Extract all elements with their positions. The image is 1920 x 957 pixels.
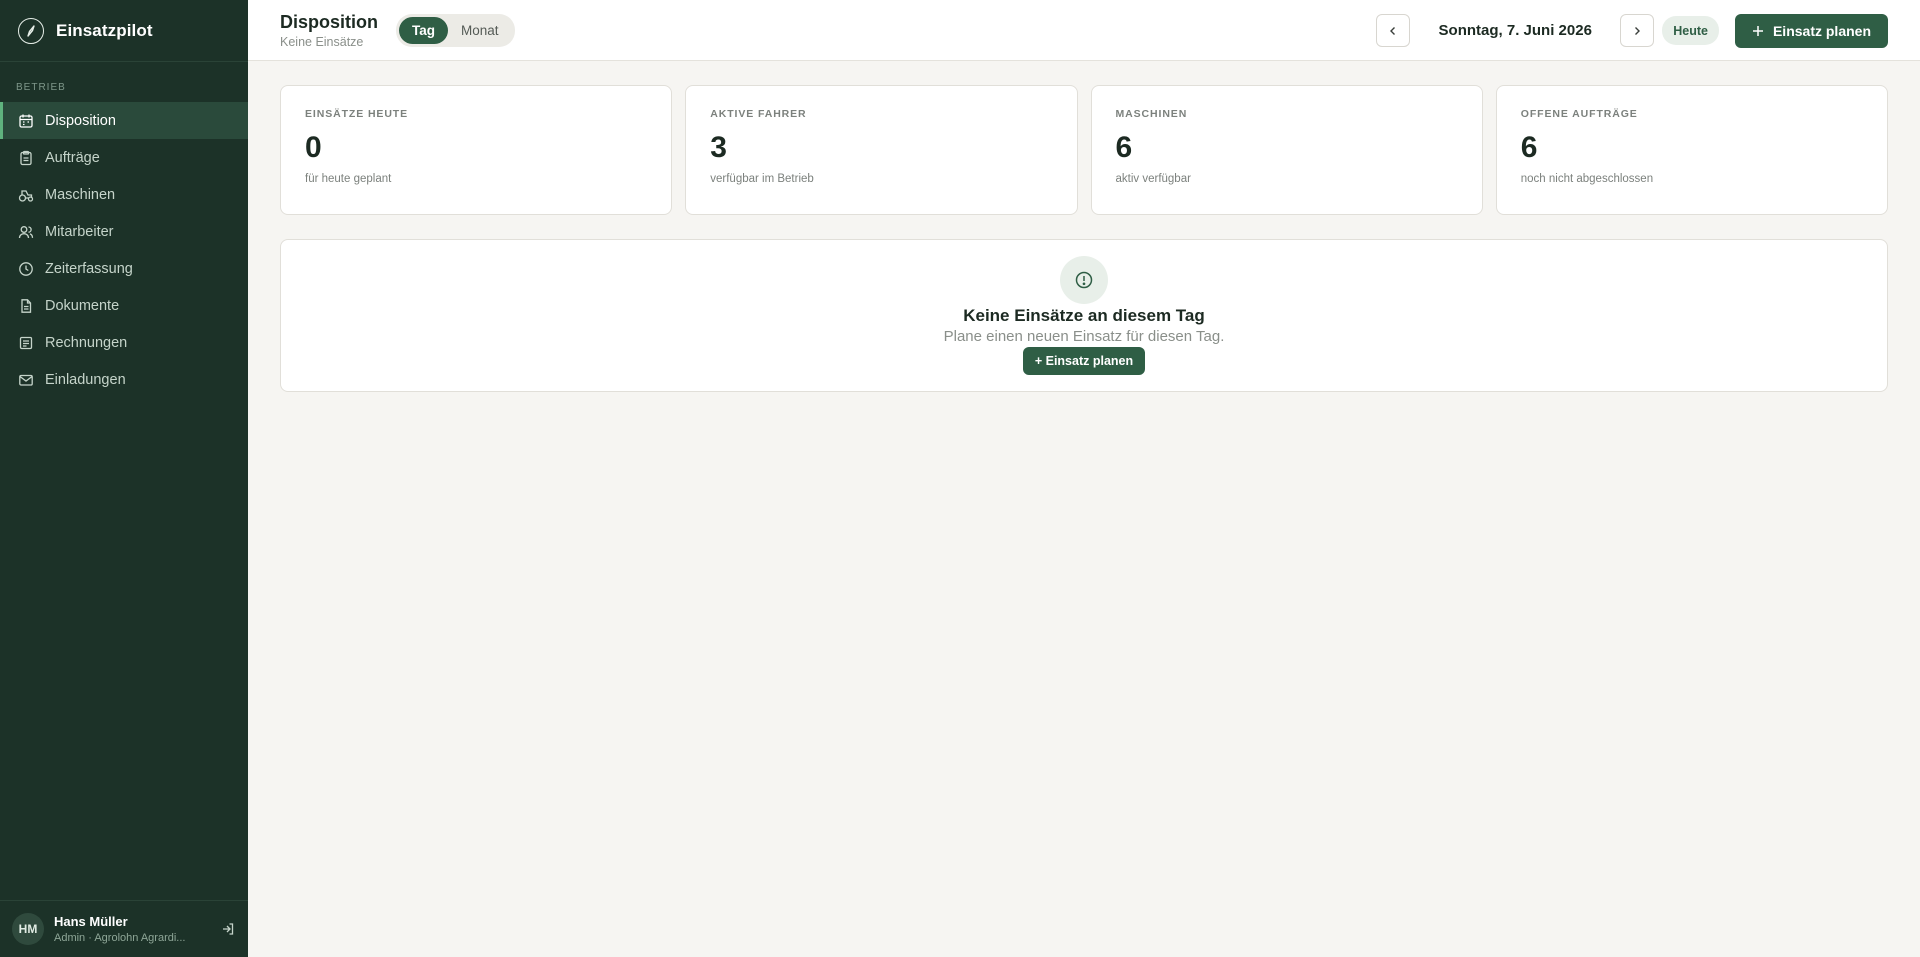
sidebar: Einsatzpilot Betrieb Disposition Aufträg… — [0, 0, 248, 957]
empty-state-title: Keine Einsätze an diesem Tag — [963, 306, 1205, 325]
today-button[interactable]: Heute — [1662, 16, 1719, 45]
stats-row: Einsätze heute 0 für heute geplant Aktiv… — [280, 85, 1888, 215]
sidebar-item-zeiterfassung[interactable]: Zeiterfassung — [0, 250, 248, 287]
toggle-day[interactable]: Tag — [399, 16, 448, 44]
tractor-icon — [18, 189, 34, 202]
sidebar-item-label: Dokumente — [45, 297, 120, 314]
stat-label: Offene Aufträge — [1520, 108, 1638, 120]
sidebar-item-label: Mitarbeiter — [45, 223, 114, 240]
stat-value: 6 — [1115, 131, 1133, 164]
sidebar-item-label: Rechnungen — [45, 334, 128, 351]
top-header: Disposition Keine Einsätze Tag Monat Son… — [248, 0, 1920, 61]
stat-label: Maschinen — [1115, 108, 1188, 120]
sidebar-item-auftraege[interactable]: Aufträge — [0, 139, 248, 176]
receipt-icon — [19, 336, 33, 349]
compass-icon — [18, 17, 44, 44]
stat-value: 6 — [1520, 131, 1538, 164]
sidebar-item-maschinen[interactable]: Maschinen — [0, 176, 248, 213]
empty-plan-assignment-button[interactable]: + Einsatz planen — [1022, 347, 1146, 375]
stat-value: 0 — [305, 131, 322, 164]
current-date: Sonntag, 7. Juni 2026 — [1438, 22, 1592, 39]
sidebar-item-dokumente[interactable]: Dokumente — [0, 287, 248, 324]
stat-subtext: für heute geplant — [305, 173, 392, 185]
view-toggle: Tag Monat — [396, 13, 515, 47]
stat-card-assignments-today: Einsätze heute 0 für heute geplant — [280, 85, 673, 215]
user-role: Admin · Agrolohn Agrardi... — [54, 932, 186, 944]
sidebar-item-label: Maschinen — [45, 186, 116, 203]
page-title: Disposition — [280, 11, 378, 32]
page-subtitle: Keine Einsätze — [280, 34, 364, 49]
nav-section-label: Betrieb — [16, 82, 66, 93]
sidebar-nav: Disposition Aufträge Maschinen Mitarbeit… — [0, 102, 248, 398]
plan-assignment-label: Einsatz planen — [1772, 22, 1871, 39]
file-icon — [21, 298, 32, 313]
logout-icon[interactable] — [220, 921, 236, 937]
sidebar-item-disposition[interactable]: Disposition — [0, 102, 248, 139]
toggle-month[interactable]: Monat — [448, 17, 512, 44]
user-name: Hans Müller — [54, 914, 128, 929]
stat-card-active-drivers: Aktive Fahrer 3 verfügbar im Betrieb — [685, 85, 1078, 215]
sidebar-item-label: Disposition — [45, 112, 116, 129]
main-content: Einsätze heute 0 für heute geplant Aktiv… — [280, 85, 1888, 392]
plus-icon — [1752, 25, 1763, 36]
mail-icon — [19, 374, 33, 386]
clock-icon — [19, 261, 33, 276]
sidebar-item-rechnungen[interactable]: Rechnungen — [0, 324, 248, 361]
chevron-right-icon — [1635, 26, 1641, 35]
plan-assignment-button[interactable]: Einsatz planen — [1734, 13, 1888, 48]
users-icon — [18, 225, 34, 238]
app-name: Einsatzpilot — [56, 20, 153, 40]
sidebar-item-label: Aufträge — [45, 149, 100, 166]
empty-state: Keine Einsätze an diesem Tag Plane einen… — [280, 239, 1888, 392]
sidebar-item-mitarbeiter[interactable]: Mitarbeiter — [0, 213, 248, 250]
stat-label: Einsätze heute — [305, 108, 409, 120]
stat-subtext: noch nicht abgeschlossen — [1520, 173, 1654, 185]
stat-subtext: aktiv verfügbar — [1115, 173, 1191, 185]
stat-subtext: verfügbar im Betrieb — [710, 173, 814, 185]
date-controls: Sonntag, 7. Juni 2026 Heute Einsatz plan… — [1376, 0, 1888, 61]
sidebar-item-label: Einladungen — [45, 371, 126, 388]
calendar-icon — [19, 114, 33, 128]
user-profile[interactable]: HM Hans Müller Admin · Agrolohn Agrardi.… — [0, 900, 248, 957]
stat-value: 3 — [710, 131, 727, 164]
alert-circle-icon — [1060, 256, 1108, 304]
brand[interactable]: Einsatzpilot — [0, 0, 248, 62]
clipboard-icon — [20, 150, 32, 165]
avatar: HM — [12, 913, 44, 945]
empty-state-text: Plane einen neuen Einsatz für diesen Tag… — [943, 328, 1225, 345]
title-block: Disposition Keine Einsätze — [280, 12, 378, 49]
stat-card-open-orders: Offene Aufträge 6 noch nicht abgeschloss… — [1495, 85, 1888, 215]
stat-label: Aktive Fahrer — [710, 108, 807, 120]
sidebar-item-einladungen[interactable]: Einladungen — [0, 361, 248, 398]
sidebar-item-label: Zeiterfassung — [45, 260, 133, 277]
next-day-button[interactable] — [1620, 14, 1655, 47]
previous-day-button[interactable] — [1376, 14, 1411, 47]
chevron-left-icon — [1390, 26, 1396, 35]
stat-card-machines: Maschinen 6 aktiv verfügbar — [1090, 85, 1483, 215]
user-info: Hans Müller Admin · Agrolohn Agrardi... — [54, 914, 212, 944]
